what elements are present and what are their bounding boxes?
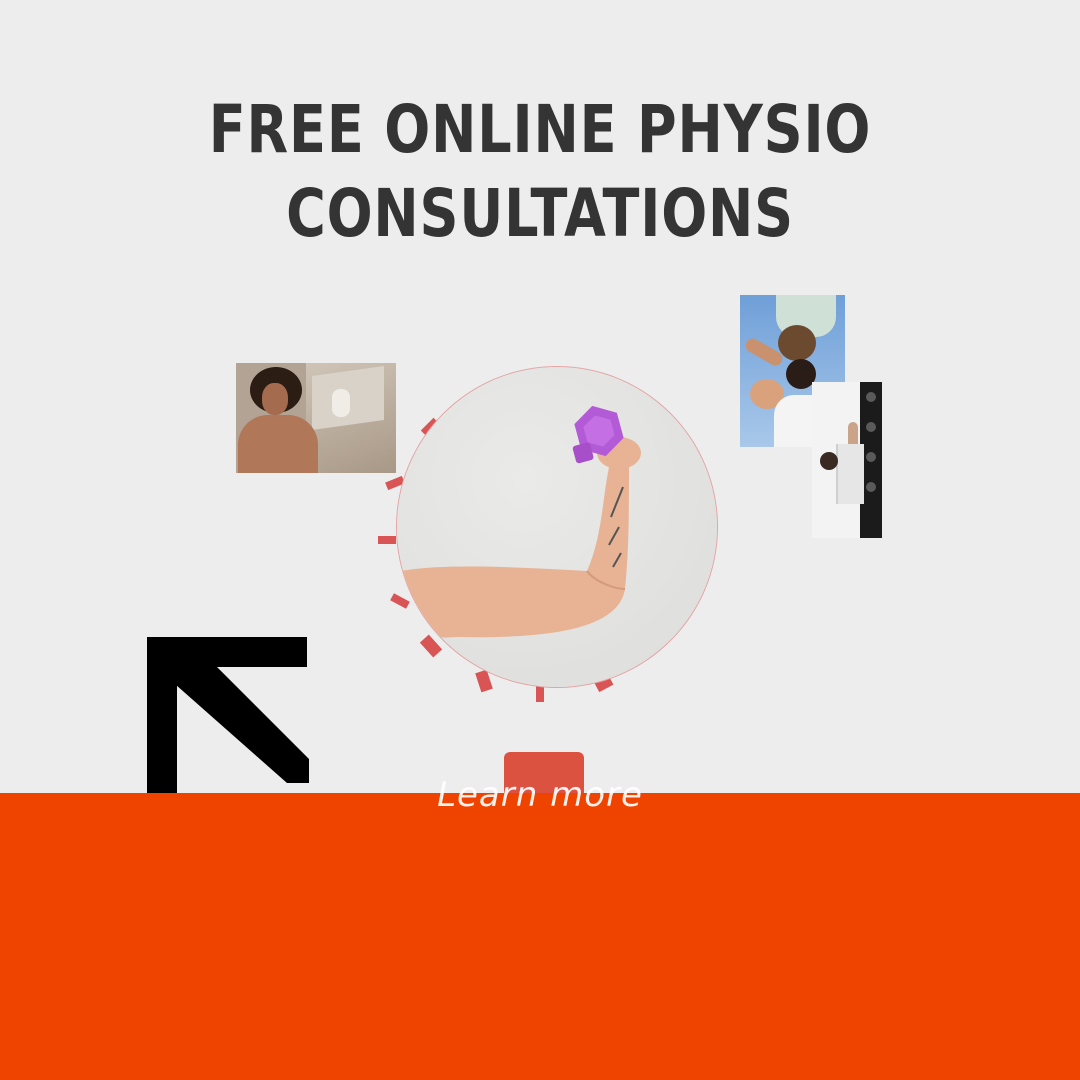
arrow-up-left-icon (147, 637, 309, 797)
learn-more-label[interactable]: Learn more (390, 770, 690, 820)
footer-band (0, 793, 1080, 1080)
arm-dumbbell-photo (397, 367, 717, 687)
